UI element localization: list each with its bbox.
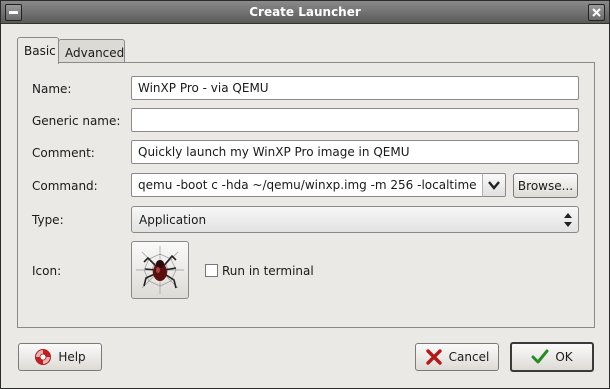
tab-advanced[interactable]: Advanced xyxy=(58,39,125,63)
command-history-dropdown[interactable] xyxy=(482,173,506,197)
ok-button-label: OK xyxy=(555,350,573,364)
type-label: Type: xyxy=(32,213,64,227)
title-bar[interactable]: Create Launcher xyxy=(1,1,609,24)
ok-check-icon xyxy=(531,349,549,364)
cancel-x-icon xyxy=(425,349,442,365)
cancel-button-label: Cancel xyxy=(448,350,490,364)
type-select-value: Application xyxy=(139,213,207,227)
close-icon xyxy=(592,8,601,17)
ok-button[interactable]: OK xyxy=(510,342,594,372)
name-field[interactable]: WinXP Pro - via QEMU xyxy=(131,76,579,100)
tab-basic[interactable]: Basic xyxy=(17,37,59,64)
close-button[interactable] xyxy=(588,4,605,21)
icon-picker-button[interactable] xyxy=(131,241,189,299)
browse-button[interactable]: Browse... xyxy=(513,173,578,198)
type-select[interactable]: Application xyxy=(131,206,579,233)
generic-name-field[interactable] xyxy=(131,108,579,132)
cancel-button[interactable]: Cancel xyxy=(415,343,499,371)
create-launcher-dialog: Create Launcher Basic Advanced Name: Win… xyxy=(0,0,610,389)
comment-label: Comment: xyxy=(32,146,95,160)
help-button[interactable]: Help xyxy=(18,343,102,371)
help-button-label: Help xyxy=(58,350,86,364)
help-lifebuoy-icon xyxy=(35,349,52,365)
run-in-terminal-checkbox[interactable] xyxy=(205,264,218,277)
icon-label: Icon: xyxy=(32,264,62,278)
comment-field[interactable]: Quickly launch my WinXP Pro image in QEM… xyxy=(131,140,579,164)
updown-arrows-icon xyxy=(564,213,572,227)
chevron-down-icon xyxy=(488,181,500,190)
generic-name-label: Generic name: xyxy=(32,114,121,128)
command-field[interactable]: qemu -boot c -hda ~/qemu/winxp.img -m 25… xyxy=(131,173,483,197)
browse-button-label: Browse... xyxy=(517,178,574,193)
name-label: Name: xyxy=(32,82,72,96)
window-title: Create Launcher xyxy=(249,5,361,19)
command-label: Command: xyxy=(32,179,98,193)
run-in-terminal-label[interactable]: Run in terminal xyxy=(222,264,314,278)
spider-web-icon xyxy=(136,246,184,294)
